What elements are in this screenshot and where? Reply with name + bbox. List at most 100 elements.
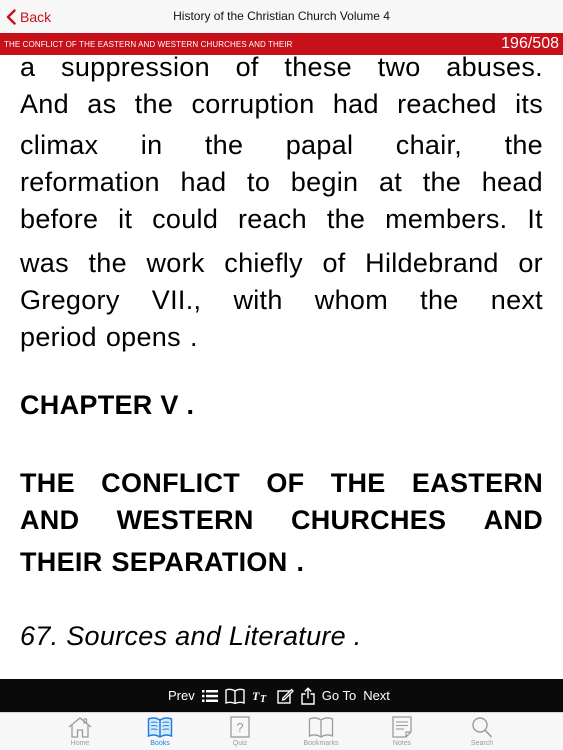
chapter-title: THE CONFLICT OF THE EASTERN AND WESTERN … (4, 40, 293, 49)
text-line: was the work chiefly of Hildebrand or (20, 245, 543, 282)
goto-button[interactable]: Go To (322, 688, 356, 703)
word: It (527, 204, 543, 234)
next-button[interactable]: Next (363, 688, 390, 703)
word: head (481, 167, 543, 197)
word: opens (105, 322, 181, 352)
word: papal (285, 130, 354, 160)
text-line: reformation had to begin at the head (20, 164, 543, 201)
svg-text:T: T (260, 694, 267, 703)
word: of (235, 55, 259, 82)
word: or (518, 248, 543, 278)
word: WESTERN (116, 505, 254, 535)
text-line: Gregory VII., with whom the next (20, 282, 543, 319)
book-icon[interactable] (225, 688, 245, 704)
word: chiefly (224, 248, 303, 278)
chapter-bar: THE CONFLICT OF THE EASTERN AND WESTERN … (0, 33, 563, 55)
prev-button[interactable]: Prev (168, 688, 195, 703)
svg-text:?: ? (236, 720, 243, 735)
word: climax (20, 130, 99, 160)
heading-line: THE CONFLICT OF THE EASTERN (20, 465, 543, 502)
books-icon (147, 717, 173, 738)
word: corruption (191, 89, 315, 119)
word: could (152, 204, 219, 234)
search-icon (472, 717, 492, 738)
word: OF (266, 468, 305, 498)
word: at (378, 167, 403, 197)
word: to (247, 167, 271, 197)
tab-search-label: Search (470, 740, 494, 747)
bookmarks-icon (308, 717, 334, 738)
list-icon[interactable] (201, 689, 218, 703)
word: VII., (151, 285, 202, 315)
word: abuses. (446, 55, 543, 82)
word: members. (385, 204, 508, 234)
word: the (326, 204, 366, 234)
heading-line: AND WESTERN CHURCHES AND (20, 502, 543, 539)
word: the (504, 130, 543, 160)
reading-area[interactable]: a suppression of these two abuses. And as the co… (0, 55, 563, 679)
svg-text:T: T (252, 689, 260, 703)
word: the (420, 285, 459, 315)
word: of (322, 248, 346, 278)
word: in (140, 130, 163, 160)
word: SEPARATION (111, 547, 288, 577)
text-line: before it could reach the members. It (20, 201, 543, 238)
word: AND (483, 505, 543, 535)
word: before (20, 204, 99, 234)
word: these (284, 55, 352, 82)
word: was (20, 248, 69, 278)
tab-notes-label: Notes (392, 740, 412, 747)
word: EASTERN (411, 468, 543, 498)
paragraph: climax in the papal chair, the reformation had… (20, 127, 543, 238)
word: with (233, 285, 283, 315)
word: as (87, 89, 117, 119)
page-counter: 196/508 (501, 35, 559, 52)
word: the (134, 89, 174, 119)
top-navigation-bar: Back History of the Christian Church Vol… (0, 0, 563, 33)
chapter-title-heading: THE CONFLICT OF THE EASTERN AND WESTERN CHURCH… (20, 465, 543, 581)
word: . (189, 322, 198, 352)
word: it (118, 204, 133, 234)
tab-quiz[interactable]: ? Quiz (210, 716, 270, 750)
word: . (296, 547, 305, 577)
share-icon[interactable] (301, 686, 315, 705)
word: begin (290, 167, 359, 197)
tab-books[interactable]: Books (130, 716, 190, 750)
tab-notes[interactable]: Notes (372, 716, 432, 750)
tab-bookmarks[interactable]: Bookmarks (291, 716, 351, 750)
word: THE (330, 468, 386, 498)
tab-books-label: Books (150, 740, 170, 747)
paragraph: a suppression of these two abuses. And as the co… (20, 55, 543, 123)
word: suppression (61, 55, 210, 82)
section-heading: 67. Sources and Literature . (20, 621, 362, 651)
word: the (204, 130, 244, 160)
word: work (146, 248, 205, 278)
heading-line: THEIR SEPARATION. (20, 544, 543, 581)
word: reached (397, 89, 497, 119)
word: had (180, 167, 227, 197)
home-icon (68, 717, 92, 738)
word: AND (20, 505, 80, 535)
tab-search[interactable]: Search (452, 716, 512, 750)
edit-note-icon[interactable] (277, 688, 294, 704)
chapter-heading: CHAPTER V . (20, 390, 195, 420)
word: THEIR (20, 547, 103, 577)
quiz-icon: ? (230, 716, 250, 738)
word: CHURCHES (290, 505, 447, 535)
tab-quiz-label: Quiz (232, 740, 248, 747)
word: Hildebrand (365, 248, 499, 278)
word: the (88, 248, 127, 278)
tab-bar: Home Books ? Quiz Bookmarks Notes Search (0, 712, 563, 750)
word: THE (20, 468, 75, 498)
text-line: climax in the papal chair, the (20, 127, 543, 164)
word: a (20, 55, 36, 82)
reader-toolbar: Prev T T Go To Next (0, 679, 563, 712)
text-line: period opens. (20, 319, 543, 356)
font-size-icon[interactable]: T T (252, 689, 270, 703)
word: period (20, 322, 97, 352)
word: And (20, 89, 69, 119)
paragraph: was the work chiefly of Hildebrand or Gregory V… (20, 245, 543, 356)
word: reach (237, 204, 307, 234)
word: Gregory (20, 285, 120, 315)
tab-home[interactable]: Home (50, 716, 110, 750)
